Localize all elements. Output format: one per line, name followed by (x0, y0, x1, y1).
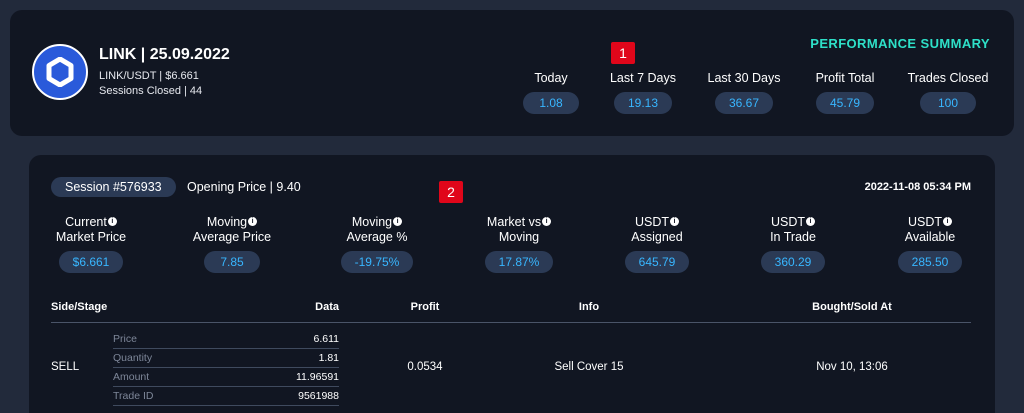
metric-value: 645.79 (624, 251, 690, 273)
data-key: Trade ID (113, 390, 154, 402)
metric-label: Available (904, 230, 956, 244)
data-key: Amount (113, 371, 150, 383)
chainlink-logo-icon (32, 44, 88, 100)
metric-label: Market vs (486, 215, 542, 229)
metric-label: Average % (346, 230, 408, 244)
stat-value: 36.67 (714, 92, 774, 114)
data-value: 11.96591 (295, 371, 339, 383)
col-header-profit: Profit (410, 301, 440, 313)
data-key: Price (113, 333, 137, 345)
annotation-marker-1: 1 (611, 42, 635, 64)
data-line-price: Price 6.611 (113, 330, 339, 349)
metric-label: Current (65, 215, 107, 229)
metric-value: 285.50 (897, 251, 963, 273)
info-icon[interactable]: i (393, 217, 403, 226)
stat-value: 45.79 (815, 92, 875, 114)
col-header-info: Info (578, 301, 600, 313)
metric-usdt-assigned: USDT i Assigned 645.79 (597, 215, 717, 273)
row-bought-sold-at: Nov 10, 13:06 (816, 361, 888, 373)
info-icon[interactable]: i (107, 217, 117, 226)
metric-value: -19.75% (340, 251, 414, 273)
metric-value: 7.85 (204, 251, 260, 273)
info-icon[interactable]: i (806, 217, 816, 226)
metric-value: 17.87% (484, 251, 554, 273)
info-icon[interactable]: i (248, 217, 258, 226)
coin-title: LINK | 25.09.2022 (99, 46, 230, 63)
metric-label: USDT (770, 215, 806, 229)
stat-trades-closed: Trades Closed 100 (893, 71, 1003, 114)
data-key: Quantity (113, 352, 153, 364)
stat-last-30-days: Last 30 Days 36.67 (689, 71, 799, 114)
row-info: Sell Cover 15 (554, 361, 624, 373)
stat-last-7-days: Last 7 Days 19.13 (588, 71, 698, 114)
metric-usdt-available: USDT i Available 285.50 (870, 215, 990, 273)
table-divider (51, 322, 971, 323)
sessions-closed: Sessions Closed | 44 (99, 85, 203, 97)
metric-usdt-in-trade: USDT i In Trade 360.29 (733, 215, 853, 273)
metric-value: $6.661 (58, 251, 124, 273)
metric-label: In Trade (770, 230, 816, 244)
metric-label: Moving (206, 215, 248, 229)
metric-label: USDT (907, 215, 943, 229)
data-value: 6.611 (313, 333, 340, 345)
info-icon[interactable]: i (670, 217, 680, 226)
metric-moving-average-pct: Moving i Average % -19.75% (317, 215, 437, 273)
session-datetime: 2022-11-08 05:34 PM (864, 181, 971, 193)
stat-value: 19.13 (613, 92, 673, 114)
row-side-stage: SELL (51, 361, 80, 373)
data-line-quantity: Quantity 1.81 (113, 349, 339, 368)
stat-label: Last 30 Days (707, 71, 781, 85)
stat-label: Profit Total (815, 71, 875, 85)
opening-price: Opening Price | 9.40 (187, 180, 301, 194)
metric-current-market-price: Current i Market Price $6.661 (31, 215, 151, 273)
metric-moving-average-price: Moving i Average Price 7.85 (172, 215, 292, 273)
col-header-data: Data (315, 301, 339, 313)
metric-label: USDT (634, 215, 670, 229)
performance-summary-heading: PERFORMANCE SUMMARY (810, 36, 990, 51)
data-line-trade-id: Trade ID 9561988 (113, 387, 339, 406)
session-card: Session #576933 Opening Price | 9.40 202… (29, 155, 995, 413)
col-header-side: Side/Stage (51, 301, 108, 313)
stat-label: Last 7 Days (609, 71, 676, 85)
data-value: 9561988 (298, 390, 339, 402)
performance-summary-card: LINK | 25.09.2022 LINK/USDT | $6.661 Ses… (10, 10, 1014, 136)
info-icon[interactable]: i (943, 217, 953, 226)
pair-price: LINK/USDT | $6.661 (99, 70, 199, 82)
metric-label: Moving (351, 215, 393, 229)
annotation-marker-2: 2 (439, 181, 463, 203)
info-icon[interactable]: i (542, 217, 552, 226)
row-profit: 0.0534 (407, 361, 443, 373)
col-header-bought-sold: Bought/Sold At (812, 301, 892, 313)
session-id-badge[interactable]: Session #576933 (51, 177, 176, 197)
stat-profit-total: Profit Total 45.79 (790, 71, 900, 114)
stat-value: 100 (920, 92, 976, 114)
stat-value: 1.08 (523, 92, 579, 114)
data-value: 1.81 (318, 352, 339, 364)
metric-label: Moving (498, 230, 540, 244)
metric-label: Assigned (631, 230, 683, 244)
metric-value: 360.29 (760, 251, 826, 273)
metric-label: Market Price (55, 230, 127, 244)
metric-label: Average Price (192, 230, 272, 244)
stat-label: Trades Closed (907, 71, 989, 85)
metric-market-vs-moving: Market vs i Moving 17.87% (459, 215, 579, 273)
data-line-amount: Amount 11.96591 (113, 368, 339, 387)
